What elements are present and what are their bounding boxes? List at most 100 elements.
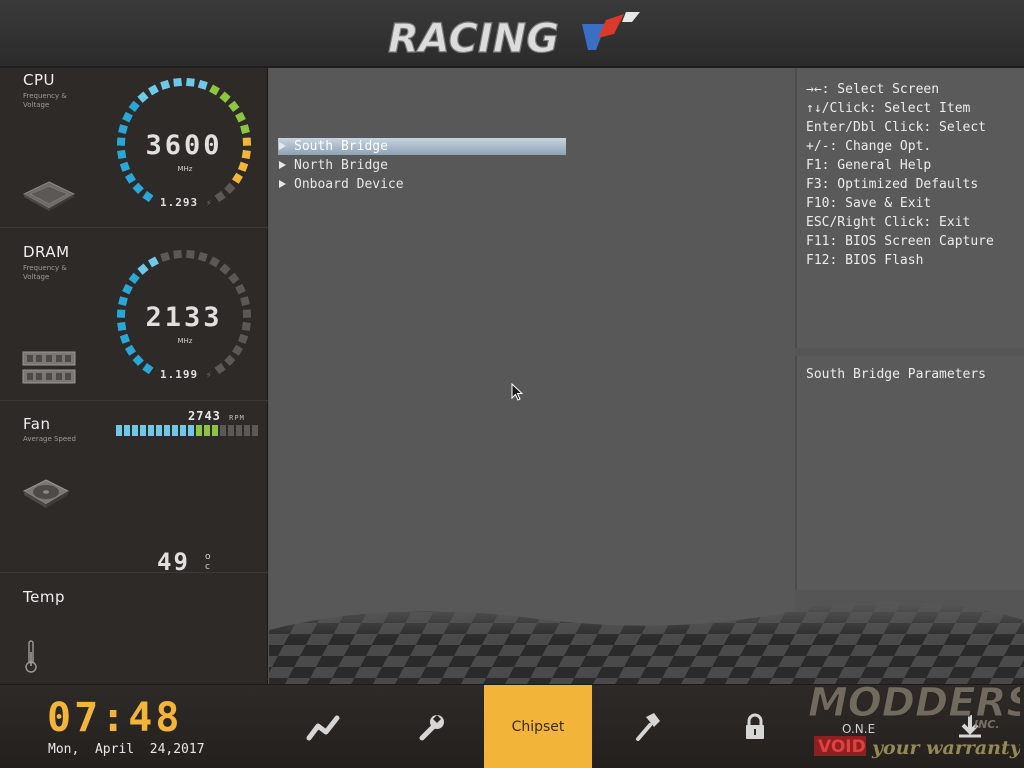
temperature-value: 49 <box>157 548 190 576</box>
gauge-segment <box>128 100 140 113</box>
gauge-segment <box>124 344 137 356</box>
gauge-segment <box>209 84 220 96</box>
temperature-unit: o c <box>205 552 211 572</box>
system-clock: 07:48 <box>47 695 183 741</box>
svg-text:INC.: INC. <box>974 718 1000 731</box>
header-bar: RACING <box>0 0 1024 68</box>
tab-security[interactable] <box>701 685 809 768</box>
help-select-screen: →←: Select Screen <box>806 82 940 97</box>
tab-chipset[interactable]: Chipset <box>484 685 592 768</box>
gauge-segment <box>137 91 149 103</box>
gauge-segment <box>235 283 246 295</box>
fan-bar-segment <box>180 425 186 436</box>
fan-speed: 2743 RPM <box>188 409 245 423</box>
help-esc-exit: ESC/Right Click: Exit <box>806 215 971 230</box>
cpu-voltage: 1.293 ⚡ <box>160 196 213 209</box>
help-optimized-defaults: F3: Optimized Defaults <box>806 177 979 192</box>
memory-module-icon <box>22 351 76 384</box>
dram-frequency-unit: MHz <box>177 337 193 345</box>
gauge-segment <box>228 272 240 285</box>
gauge-segment <box>122 283 133 295</box>
submenu-arrow-icon <box>279 161 286 169</box>
fan-bar-segment <box>188 425 194 436</box>
fan-bar-segment <box>196 425 202 436</box>
temp-title: Temp <box>23 588 65 606</box>
gauge-segment <box>122 111 133 123</box>
gauge-segment <box>119 161 131 172</box>
cpu-chip-icon <box>22 181 76 211</box>
cpu-title: CPU <box>23 71 55 89</box>
help-save-exit: F10: Save & Exit <box>806 196 932 211</box>
gauge-segment <box>160 79 171 90</box>
dram-voltage: 1.199 ⚡ <box>160 368 213 381</box>
performance-icon <box>306 715 340 740</box>
gauge-segment <box>148 256 159 268</box>
fan-bar-segment <box>252 425 258 436</box>
svg-text:RACING: RACING <box>388 16 559 62</box>
tab-boot[interactable] <box>593 685 701 768</box>
thermometer-icon <box>25 640 37 673</box>
help-select-item: ↑↓/Click: Select Item <box>806 101 971 116</box>
fan-bar-segment <box>148 425 154 436</box>
gauge-segment <box>173 250 182 259</box>
gauge-segment <box>214 191 226 203</box>
tab-performance[interactable] <box>270 685 378 768</box>
gauge-segment <box>235 111 246 123</box>
help-bios-flash: F12: BIOS Flash <box>806 253 924 268</box>
svg-text:O.N.E: O.N.E <box>842 722 875 736</box>
gauge-segment <box>186 250 195 259</box>
gauge-segment <box>219 263 231 275</box>
fan-bar-segment <box>156 425 162 436</box>
fan-title: Fan <box>23 415 51 433</box>
wrench-icon <box>419 714 444 740</box>
gauge-segment <box>119 333 131 344</box>
item-description: South Bridge Parameters <box>806 367 987 382</box>
svg-text:VOID: VOID <box>818 737 866 757</box>
gauge-segment <box>124 172 137 184</box>
gauge-segment <box>160 251 171 262</box>
mouse-cursor-icon <box>511 383 524 401</box>
gauge-segment <box>128 272 140 285</box>
gauge-segment <box>231 344 244 356</box>
system-date: Mon, April 24,2017 <box>48 742 205 757</box>
gauge-segment <box>237 333 249 344</box>
fan-icon <box>22 479 70 508</box>
cpu-subtitle: Frequency & Voltage <box>23 92 67 109</box>
fan-bar-segment <box>212 425 218 436</box>
gauge-segment <box>197 251 208 262</box>
fan-bar-segment <box>116 425 122 436</box>
fan-bar-segment <box>236 425 242 436</box>
help-change-option: +/-: Change Opt. <box>806 139 932 154</box>
help-screen-capture: F11: BIOS Screen Capture <box>806 234 994 249</box>
fan-bar-segment <box>228 425 234 436</box>
menu-item-onboard-device[interactable]: Onboard Device <box>278 176 566 193</box>
fan-bar-segment <box>164 425 170 436</box>
gauge-segment <box>214 363 226 375</box>
menu-item-south-bridge[interactable]: South Bridge <box>278 138 566 155</box>
gauge-segment <box>231 172 244 184</box>
fan-bar-segment <box>172 425 178 436</box>
racing-logo: RACING <box>387 12 640 63</box>
gauge-segment <box>197 79 208 90</box>
hammer-icon <box>636 712 660 741</box>
gauge-segment <box>142 363 154 375</box>
gauge-segment <box>237 161 249 172</box>
dram-title: DRAM <box>23 243 70 261</box>
dram-subtitle: Frequency & Voltage <box>23 264 67 281</box>
gauge-segment <box>224 182 236 194</box>
fan-bar-segment <box>244 425 250 436</box>
submenu-arrow-icon <box>279 180 286 188</box>
submenu-arrow-icon <box>279 142 286 150</box>
cpu-frequency-value: 3600 <box>145 130 223 161</box>
gauge-segment <box>209 256 220 268</box>
help-enter-select: Enter/Dbl Click: Select <box>806 120 987 135</box>
gauge-segment <box>186 78 195 87</box>
tab-advanced[interactable] <box>378 685 486 768</box>
menu-item-north-bridge[interactable]: North Bridge <box>278 157 566 174</box>
gauge-segment <box>137 263 149 275</box>
gauge-segment <box>142 191 154 203</box>
help-general-help: F1: General Help <box>806 158 932 173</box>
fan-bar-segment <box>204 425 210 436</box>
fan-bar-segment <box>140 425 146 436</box>
fan-speed-bar <box>116 425 258 436</box>
